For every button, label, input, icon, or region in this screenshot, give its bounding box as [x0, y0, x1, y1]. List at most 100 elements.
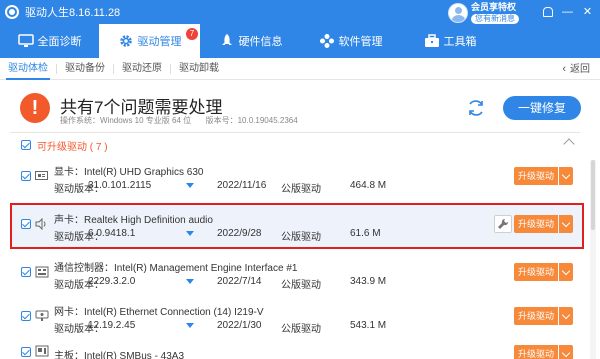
upgrade-dropdown-button[interactable]: [559, 215, 573, 233]
driver-row-communication[interactable]: 通信控制器：Intel(R) Management Engine Interfa…: [10, 251, 584, 295]
driver-size: 464.8 M: [350, 180, 387, 191]
nav-toolbox[interactable]: 工具箱: [400, 24, 500, 58]
upgrade-driver-button[interactable]: 升级驱动: [514, 167, 558, 185]
nav-driver-management[interactable]: 驱动管理 7: [99, 24, 200, 58]
tab-driver-restore[interactable]: 驱动还原: [114, 58, 170, 80]
device-name: 声卡：Realtek High Definition audio: [54, 215, 213, 226]
one-click-fix-button[interactable]: 一键修复: [503, 96, 581, 120]
driver-type: 公版驱动: [281, 280, 321, 291]
display-card-icon: [35, 170, 49, 182]
driver-size: 343.9 M: [350, 276, 387, 287]
driver-size: 543.1 M: [350, 320, 387, 331]
nav-label: 全面诊断: [37, 36, 82, 48]
gear-icon: [118, 33, 134, 49]
app-logo-icon: [5, 5, 19, 19]
driver-version: 12.19.2.45: [88, 320, 136, 331]
upgrade-dropdown-button[interactable]: [559, 263, 573, 281]
driver-date: 2022/7/14: [217, 276, 262, 287]
driver-type: 公版驱动: [281, 232, 321, 243]
driver-row-graphics[interactable]: 显卡：Intel(R) UHD Graphics 630 驱动版本： 31.0.…: [10, 155, 584, 199]
device-name: 网卡：Intel(R) Ethernet Connection (14) I21…: [54, 307, 264, 318]
monitor-icon: [17, 33, 34, 49]
nav-label: 工具箱: [443, 36, 477, 48]
chevron-left-icon: ‹: [562, 63, 566, 75]
tab-driver-checkup[interactable]: 驱动体检: [0, 58, 56, 80]
network-card-icon: [35, 310, 49, 322]
back-label: 返回: [570, 64, 590, 75]
driver-size: 61.6 M: [350, 228, 381, 239]
back-button[interactable]: ‹ 返回: [562, 58, 590, 80]
driver-type: 公版驱动: [281, 184, 321, 195]
row-checkbox[interactable]: [21, 219, 31, 229]
nav-badge-count: 7: [186, 28, 198, 40]
rocket-icon: [219, 33, 235, 49]
group-checkbox[interactable]: [21, 140, 31, 150]
group-header: 可升级驱动 ( 7 ): [0, 134, 590, 156]
driver-type: 公版驱动: [281, 324, 321, 335]
nav-full-diagnosis[interactable]: 全面诊断: [0, 24, 99, 58]
version-prefix: 版本号：: [205, 116, 238, 125]
upgrade-driver-button[interactable]: 升级驱动: [514, 307, 558, 325]
controller-icon: [35, 266, 49, 278]
version-value: 10.0.19045.2364: [237, 116, 298, 125]
tab-driver-backup[interactable]: 驱动备份: [57, 58, 113, 80]
os-value: Windows 10 专业版 64 位: [100, 116, 192, 125]
wrench-icon[interactable]: [494, 215, 512, 233]
refresh-icon[interactable]: [466, 98, 486, 118]
nav-software-management[interactable]: 软件管理: [301, 24, 400, 58]
caret-down-icon[interactable]: [186, 183, 194, 188]
os-info: 操作系统：Windows 10 专业版 64 位 版本号：10.0.19045.…: [60, 115, 298, 126]
toolbox-icon: [424, 33, 440, 49]
sub-tabs: 驱动体检 驱动备份 驱动还原 驱动卸载 ‹ 返回: [0, 58, 600, 80]
driver-version: 2229.3.2.0: [88, 276, 136, 287]
driver-date: 2022/9/28: [217, 228, 262, 239]
window-controls: — ✕: [536, 4, 596, 20]
title-bar: 驱动人生8.16.11.28 会员享特权 您有新消息 — ✕: [0, 0, 600, 24]
caret-down-icon[interactable]: [186, 231, 194, 236]
upgrade-driver-button[interactable]: 升级驱动: [514, 345, 558, 359]
driver-date: 2022/1/30: [217, 320, 262, 331]
nav-label: 驱动管理: [137, 36, 182, 48]
device-name: 主板：Intel(R) SMBus - 43A3: [54, 351, 185, 359]
chevron-up-icon[interactable]: [563, 138, 575, 150]
minimize-icon[interactable]: —: [559, 4, 576, 20]
tab-driver-uninstall[interactable]: 驱动卸载: [171, 58, 227, 80]
nav-label: 软件管理: [338, 36, 383, 48]
driver-row-motherboard[interactable]: 主板：Intel(R) SMBus - 43A3 升级驱动: [10, 339, 584, 359]
divider: [10, 132, 580, 133]
driver-version: 6.0.9418.1: [88, 228, 136, 239]
app-title: 驱动人生8.16.11.28: [25, 7, 121, 19]
device-name: 通信控制器：Intel(R) Management Engine Interfa…: [54, 263, 298, 274]
avatar[interactable]: [448, 3, 468, 23]
row-checkbox[interactable]: [21, 267, 31, 277]
group-label: 可升级驱动 ( 7 ): [37, 141, 108, 153]
user-area[interactable]: 会员享特权 您有新消息: [448, 2, 519, 24]
warning-icon: !: [20, 93, 50, 123]
device-name: 显卡：Intel(R) UHD Graphics 630: [54, 167, 204, 178]
bell-icon[interactable]: [539, 4, 556, 20]
motherboard-icon: [35, 345, 49, 357]
driver-row-network[interactable]: 网卡：Intel(R) Ethernet Connection (14) I21…: [10, 295, 584, 339]
main-nav: 全面诊断 驱动管理 7 硬件信息 软件管理 工具箱: [0, 24, 600, 58]
apps-icon: [319, 33, 335, 49]
driver-version: 31.0.101.2115: [88, 180, 152, 191]
upgrade-driver-button[interactable]: 升级驱动: [514, 263, 558, 281]
row-checkbox[interactable]: [21, 347, 31, 357]
caret-down-icon[interactable]: [186, 323, 194, 328]
scroll-thumb[interactable]: [591, 160, 595, 230]
driver-row-audio[interactable]: 声卡：Realtek High Definition audio 驱动版本： 6…: [10, 203, 584, 249]
close-icon[interactable]: ✕: [579, 4, 596, 20]
row-checkbox[interactable]: [21, 171, 31, 181]
upgrade-dropdown-button[interactable]: [559, 167, 573, 185]
upgrade-driver-button[interactable]: 升级驱动: [514, 215, 558, 233]
upgrade-dropdown-button[interactable]: [559, 345, 573, 359]
scrollbar[interactable]: [590, 160, 596, 359]
caret-down-icon[interactable]: [186, 279, 194, 284]
upgrade-dropdown-button[interactable]: [559, 307, 573, 325]
driver-date: 2022/11/16: [217, 180, 267, 191]
nav-hardware-info[interactable]: 硬件信息: [200, 24, 301, 58]
row-checkbox[interactable]: [21, 311, 31, 321]
speaker-icon: [35, 217, 49, 231]
vip-label[interactable]: 会员享特权: [471, 2, 516, 13]
new-message-badge[interactable]: 您有新消息: [471, 14, 519, 24]
